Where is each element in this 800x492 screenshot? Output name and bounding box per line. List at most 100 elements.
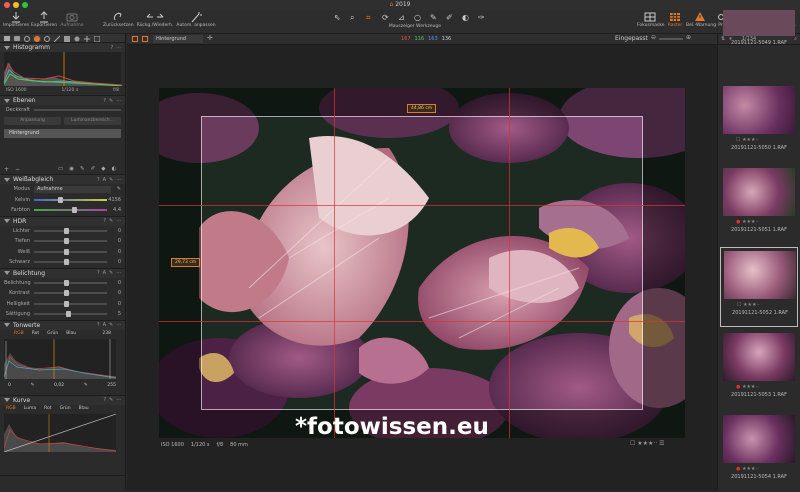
hdr-slider[interactable] <box>34 248 107 255</box>
color-tab-icon[interactable] <box>33 35 41 42</box>
exposure-slider[interactable] <box>34 311 107 318</box>
levels-top-value[interactable]: 238 <box>102 331 111 336</box>
adjustment-dropdown[interactable]: Anpassung <box>4 116 61 125</box>
viewer-rating[interactable]: ☐ ★★★·· ☰ <box>630 440 665 447</box>
single-view-icon[interactable] <box>132 36 138 42</box>
levels-tab-rgb[interactable]: RGB <box>14 331 24 336</box>
crop-tool-icon[interactable]: ⌗ <box>366 13 378 23</box>
kelvin-slider[interactable] <box>34 196 107 203</box>
pan-tool-icon[interactable]: ⇖ <box>334 13 346 23</box>
levels-gamma-value[interactable]: 0,02 <box>54 383 64 388</box>
levels-white-value[interactable]: 255 <box>107 383 116 388</box>
thumbnail-rating[interactable]: ● ★★★·· <box>736 219 759 225</box>
export-button[interactable]: Exportieren <box>31 11 57 28</box>
wb-mode-select[interactable]: Aufnahme <box>34 185 111 193</box>
thumbnail-rating[interactable]: ☐ ★★★·· <box>737 302 760 308</box>
hdr-slider[interactable] <box>34 238 107 245</box>
picker-tool-icon[interactable]: ✑ <box>478 13 490 23</box>
hdr-value[interactable]: 0 <box>107 228 121 234</box>
thumbnail[interactable]: ● ★★★·· 20191121-5053 1.RAF <box>720 330 798 410</box>
histogram-header[interactable]: Histogramm? ··· <box>0 43 125 52</box>
curve-header[interactable]: Kurve? ✎ ··· <box>0 395 125 405</box>
brush-icon[interactable]: ✎ <box>109 270 113 276</box>
curve-tab-blue[interactable]: Blau <box>79 406 89 411</box>
auto-icon[interactable]: A <box>103 322 106 328</box>
help-icon[interactable]: ? <box>103 397 106 403</box>
mask-icon[interactable]: ▭ <box>58 166 63 172</box>
curve-tab-luma[interactable]: Luma <box>24 406 36 411</box>
hdr-value[interactable]: 0 <box>107 259 121 265</box>
add-layer-icon[interactable]: + <box>4 166 9 173</box>
zoom-fit-label[interactable]: Eingepasst <box>615 35 648 42</box>
brush-tool-icon[interactable]: ✎ <box>430 13 442 23</box>
undo-redo-button[interactable]: Rückg./Wiederh. <box>136 11 174 28</box>
grid-button[interactable]: Raster <box>665 11 685 28</box>
brush-icon[interactable]: ✎ <box>109 98 113 104</box>
more-icon[interactable]: ··· <box>116 270 121 276</box>
thumbnail[interactable]: ● ★★★·· 20191121-5051 1.RAF <box>720 165 798 245</box>
brush-icon[interactable]: ✎ <box>109 397 113 403</box>
brush-icon[interactable]: ✎ <box>109 218 113 224</box>
tint-value[interactable]: 4,4 <box>107 207 121 213</box>
hdr-value[interactable]: 0 <box>107 249 121 255</box>
crop-frame[interactable] <box>201 116 643 410</box>
exposure-tab-icon[interactable] <box>43 35 51 42</box>
spot-tool-icon[interactable]: ○ <box>414 13 426 23</box>
thumbnail[interactable]: ☐ ★★★·· 20191121-5050 1.RAF <box>720 83 798 163</box>
remove-layer-icon[interactable]: − <box>15 166 20 173</box>
kelvin-value[interactable]: 4156 <box>107 197 121 203</box>
auto-adjust-button[interactable]: Autom. anpassen <box>176 11 216 28</box>
white-balance-header[interactable]: Weißabgleich? A ✎ ··· <box>0 175 125 184</box>
capture-button[interactable]: Aufnahme <box>60 11 84 28</box>
zoom-slider[interactable] <box>659 38 684 40</box>
exposure-warning-button[interactable]: Bel.-Warnung <box>686 11 716 28</box>
thumbnail[interactable]: ☐ ★★★·· 20191121-5052 1.RAF <box>720 247 798 327</box>
batch-tab-icon[interactable] <box>93 35 101 42</box>
more-icon[interactable]: ··· <box>116 98 121 104</box>
eyedropper-icon[interactable]: ✎ <box>111 186 121 192</box>
exposure-value[interactable]: 5 <box>107 311 121 317</box>
fill-icon[interactable]: ◆ <box>101 166 105 172</box>
zoom-out-icon[interactable]: ⊖ <box>651 34 656 41</box>
eye-icon[interactable]: ◉ <box>69 166 74 172</box>
exposure-value[interactable]: 0 <box>107 280 121 286</box>
help-icon[interactable]: ? <box>97 177 100 183</box>
main-photo[interactable]: 44,86 cm 29,73 cm <box>159 88 685 438</box>
gradient-tool-icon[interactable]: ◐ <box>462 13 474 23</box>
layer-select[interactable]: Hintergrund <box>153 35 203 43</box>
hdr-slider[interactable] <box>34 227 107 234</box>
levels-white-picker-icon[interactable]: ✎ <box>84 383 88 388</box>
hdr-slider[interactable] <box>34 259 107 266</box>
levels-tab-blue[interactable]: Blau <box>66 331 76 336</box>
exposure-slider[interactable] <box>34 300 107 307</box>
minimize-button[interactable] <box>13 2 19 8</box>
lens-tab-icon[interactable] <box>23 35 31 42</box>
tint-slider[interactable] <box>34 207 107 214</box>
help-icon[interactable]: ? <box>97 322 100 328</box>
brush-icon[interactable]: ✎ <box>109 322 113 328</box>
levels-tab-green[interactable]: Grün <box>47 331 58 336</box>
zoom-in-icon[interactable]: ⊕ <box>686 34 691 41</box>
levels-black-picker-icon[interactable]: ✎ <box>31 383 35 388</box>
exposure-value[interactable]: 0 <box>107 290 121 296</box>
reset-button[interactable]: Zurücksetzen <box>103 11 134 28</box>
eraser-tool-icon[interactable]: ✐ <box>446 13 458 23</box>
rotate-tool-icon[interactable]: ⟳ <box>382 13 394 23</box>
pen-icon[interactable]: ✐ <box>91 166 96 172</box>
exposure-header[interactable]: Belichtung? A ✎ ··· <box>0 268 125 278</box>
auto-icon[interactable]: A <box>103 177 106 183</box>
help-icon[interactable]: ? <box>103 98 106 104</box>
more-icon[interactable]: ··· <box>116 322 121 328</box>
luminance-range-button[interactable]: Luminanzbereich... <box>64 116 121 125</box>
more-icon[interactable]: ··· <box>116 177 121 183</box>
adjustments-tab-icon[interactable] <box>63 35 71 42</box>
curve-tab-green[interactable]: Grün <box>60 406 71 411</box>
library-tab-icon[interactable] <box>3 35 11 42</box>
import-button[interactable]: Importieren <box>3 11 29 28</box>
curve-tab-rgb[interactable]: RGB <box>6 406 16 411</box>
layers-header[interactable]: Ebenen? ✎ ··· <box>0 96 125 105</box>
multi-view-icon[interactable] <box>142 36 148 42</box>
curve-graph[interactable] <box>4 413 116 452</box>
thumbnail[interactable]: 20191121-5049 1.RAF <box>720 10 798 90</box>
exposure-value[interactable]: 0 <box>107 301 121 307</box>
